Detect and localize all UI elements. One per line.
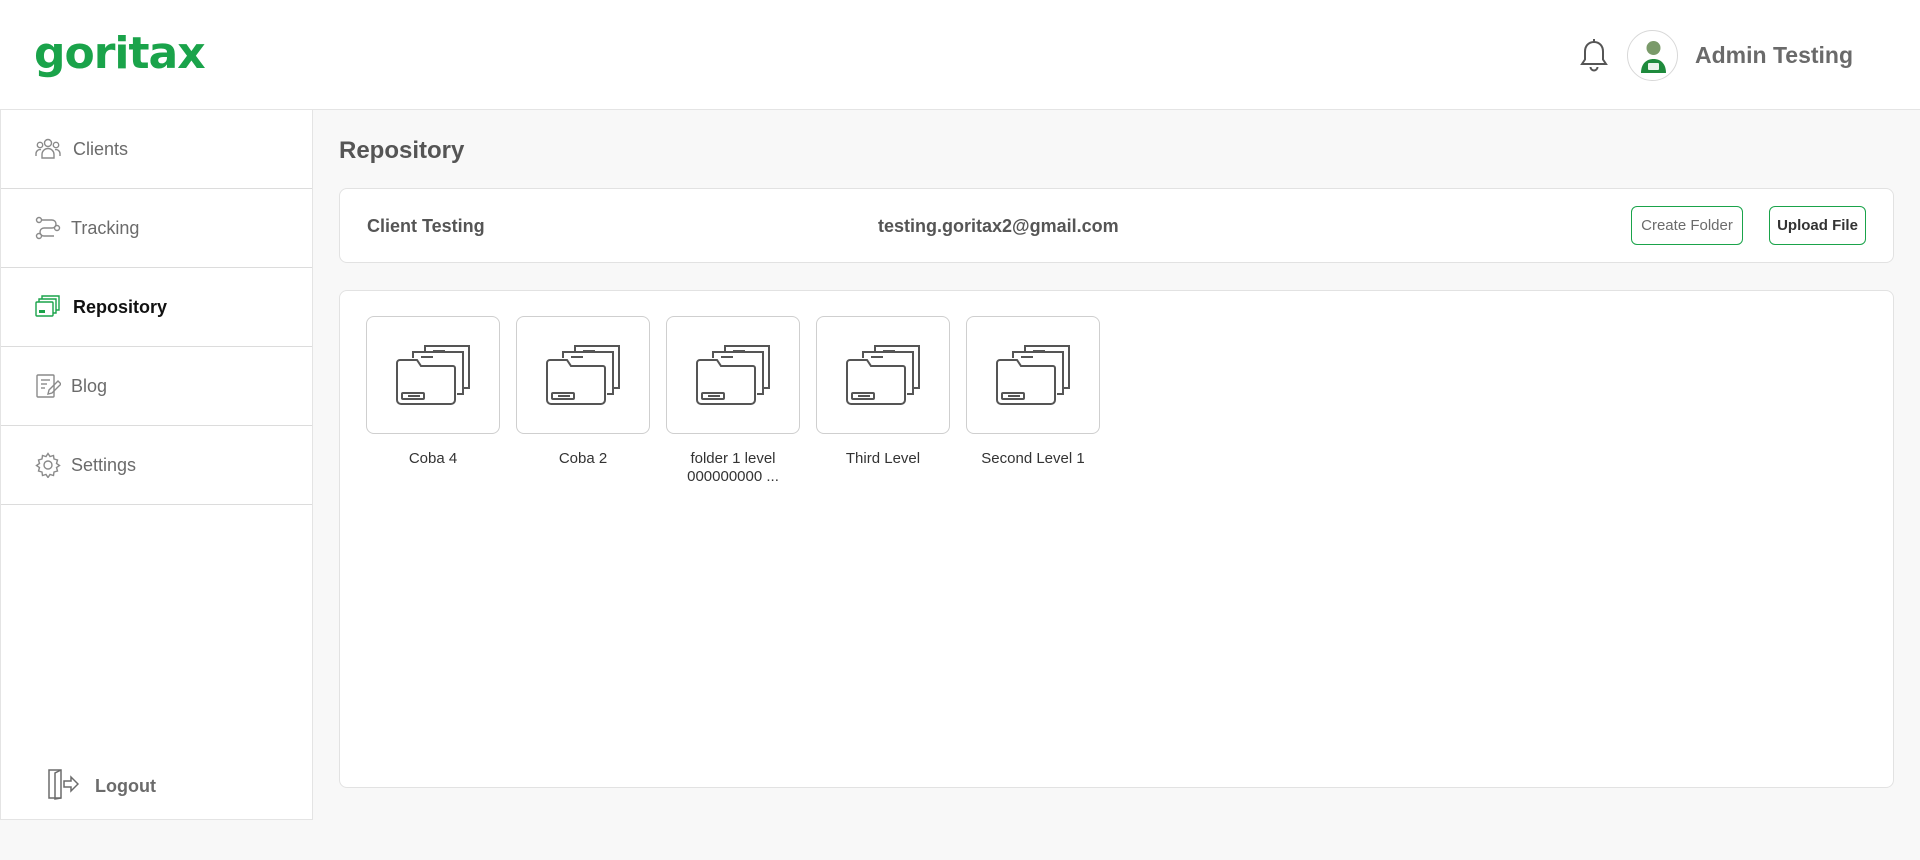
upload-file-button[interactable]: Upload File [1769,206,1866,245]
top-bar: goritax Admin Testing [0,0,1920,110]
logout-label: Logout [95,776,156,796]
folder-name: Third Level [845,450,921,467]
goritax-logo[interactable]: goritax [34,22,206,84]
user-name[interactable]: Admin Testing [1695,42,1853,69]
clients-icon [35,136,61,162]
sidebar-item-clients[interactable]: Clients [1,110,312,189]
folder-thumbnail [366,316,500,434]
folder-icon [846,345,920,405]
folder-name: Coba 4 [408,450,458,467]
folder-icon [396,345,470,405]
user-avatar[interactable] [1627,30,1678,81]
folder-name: Coba 2 [558,450,608,467]
sidebar: Clients Tracking Repository Blog Setting… [0,110,313,820]
sidebar-item-blog[interactable]: Blog [1,347,312,426]
blog-icon [35,373,62,399]
folder-item[interactable]: Second Level 1 [966,316,1100,468]
sidebar-item-label: Blog [71,375,108,396]
folder-name: folder 1 level 000000000 ... [687,450,779,485]
folder-icon [546,345,620,405]
folder-grid: Coba 4 Coba 2 folder 1 level 000000000 .… [339,290,1894,788]
folder-item[interactable]: Coba 2 [516,316,650,468]
folder-name: Second Level 1 [981,450,1085,467]
folder-thumbnail [666,316,800,434]
create-folder-button[interactable]: Create Folder [1631,206,1743,245]
repository-icon [35,294,61,320]
folder-item[interactable]: Coba 4 [366,316,500,468]
folder-item[interactable]: folder 1 level 000000000 ... [666,316,800,486]
folder-thumbnail [816,316,950,434]
sidebar-item-label: Clients [73,138,129,159]
sidebar-item-repository[interactable]: Repository [1,268,312,347]
sidebar-item-label: Tracking [71,217,140,238]
folder-item[interactable]: Third Level [816,316,950,468]
page-title: Repository [339,137,465,164]
folder-icon [696,345,770,405]
sidebar-item-label: Repository [73,296,168,317]
folder-thumbnail [966,316,1100,434]
client-email: testing.goritax2@gmail.com [878,216,1119,236]
client-name: Client Testing [367,216,485,236]
folder-thumbnail [516,316,650,434]
gear-icon [35,452,61,479]
folder-icon [996,345,1070,405]
sidebar-item-label: Settings [71,454,137,475]
logout-button[interactable]: Logout [45,767,225,803]
bell-icon[interactable] [1578,38,1610,74]
client-info-card: Client Testing testing.goritax2@gmail.co… [339,188,1894,263]
sidebar-item-settings[interactable]: Settings [1,426,312,505]
logo-text: goritax [34,27,206,79]
logout-icon [45,767,80,801]
tracking-icon [35,215,61,241]
sidebar-item-tracking[interactable]: Tracking [1,189,312,268]
